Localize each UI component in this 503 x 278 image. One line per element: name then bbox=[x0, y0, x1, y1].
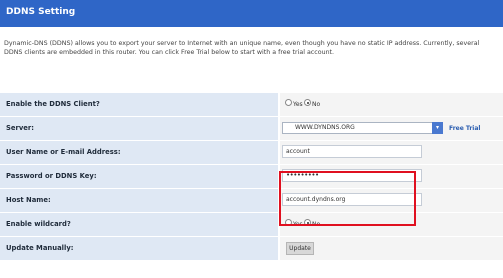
password-label-cell: Password or DDNS Key: bbox=[0, 165, 278, 188]
enable-ddns-yes-label: Yes bbox=[293, 101, 303, 108]
update-label-cell: Update Manually: bbox=[0, 237, 278, 260]
wildcard-label-cell: Enable wildcard? bbox=[0, 213, 278, 236]
enable-ddns-no-label: No bbox=[312, 101, 321, 108]
update-row: Update Manually: Update bbox=[0, 236, 503, 260]
username-row: User Name or E-mail Address: account bbox=[0, 140, 503, 164]
server-label: Server: bbox=[6, 124, 34, 132]
enable-ddns-value-cell: Yes No bbox=[280, 93, 503, 116]
enable-ddns-label: Enable the DDNS Client? bbox=[6, 100, 100, 108]
hostname-row: Host Name: account.dyndns.org bbox=[0, 188, 503, 212]
server-row: Server: WWW.DYNDNS.ORG ▾ Free Trial bbox=[0, 116, 503, 140]
password-row: Password or DDNS Key: ••••••••• bbox=[0, 164, 503, 188]
server-label-cell: Server: bbox=[0, 117, 278, 140]
update-button[interactable]: Update bbox=[286, 242, 314, 255]
enable-ddns-label-cell: Enable the DDNS Client? bbox=[0, 93, 278, 116]
panel-header: DDNS Setting bbox=[0, 0, 503, 27]
update-label: Update Manually: bbox=[6, 244, 74, 252]
hostname-label: Host Name: bbox=[6, 196, 51, 204]
ddns-description: Dynamic-DNS (DDNS) allows you to export … bbox=[4, 40, 480, 56]
highlight-box bbox=[279, 171, 416, 226]
chevron-down-icon[interactable]: ▾ bbox=[432, 122, 443, 134]
enable-ddns-yes-radio[interactable] bbox=[285, 99, 292, 106]
server-value-cell: WWW.DYNDNS.ORG ▾ Free Trial bbox=[280, 117, 503, 140]
free-trial-link[interactable]: Free Trial bbox=[449, 125, 480, 132]
server-select-value: WWW.DYNDNS.ORG bbox=[295, 124, 355, 131]
panel-title: DDNS Setting bbox=[6, 7, 76, 17]
enable-ddns-no-radio[interactable] bbox=[304, 99, 311, 106]
server-select[interactable]: WWW.DYNDNS.ORG ▾ bbox=[282, 122, 443, 134]
wildcard-label: Enable wildcard? bbox=[6, 220, 71, 228]
wildcard-row: Enable wildcard? Yes No bbox=[0, 212, 503, 236]
hostname-label-cell: Host Name: bbox=[0, 189, 278, 212]
username-label: User Name or E-mail Address: bbox=[6, 148, 121, 156]
username-label-cell: User Name or E-mail Address: bbox=[0, 141, 278, 164]
password-label: Password or DDNS Key: bbox=[6, 172, 97, 180]
update-value-cell: Update bbox=[280, 237, 503, 260]
username-input[interactable]: account bbox=[282, 145, 422, 158]
enable-ddns-row: Enable the DDNS Client? Yes No bbox=[0, 92, 503, 116]
username-value-cell: account bbox=[280, 141, 503, 164]
